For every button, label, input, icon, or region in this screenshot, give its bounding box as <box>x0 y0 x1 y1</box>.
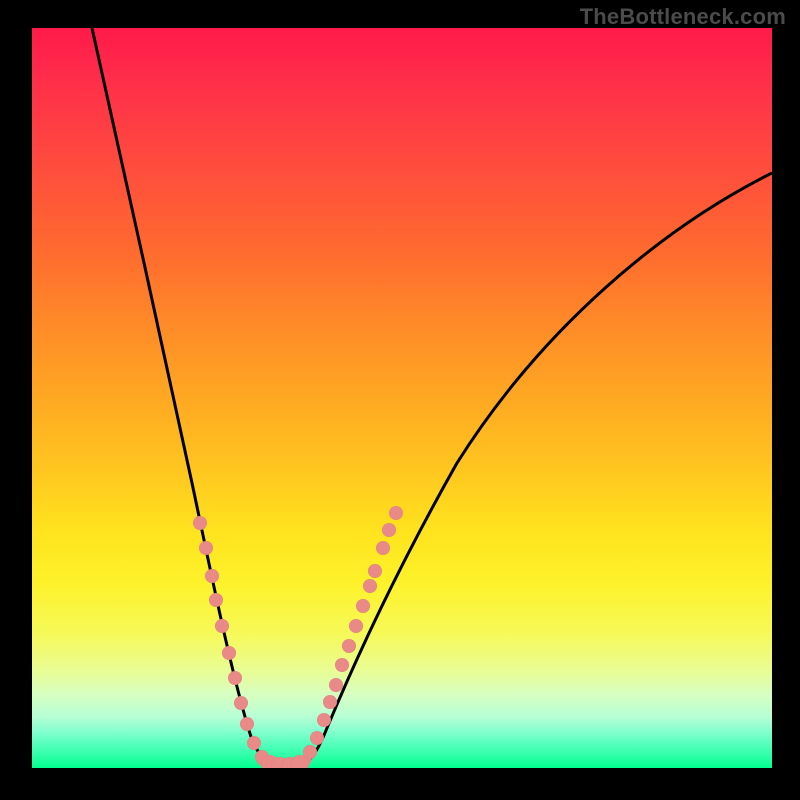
data-dot-left <box>247 736 261 750</box>
curve-left <box>92 28 278 766</box>
data-dot-right <box>329 678 343 692</box>
data-dot-right <box>356 599 370 613</box>
data-dot-right <box>310 731 324 745</box>
data-dot-right <box>376 541 390 555</box>
data-dot-right <box>323 695 337 709</box>
curve-right <box>298 173 772 766</box>
data-dot-right <box>382 523 396 537</box>
data-dot-left <box>234 696 248 710</box>
data-dot-right <box>349 619 363 633</box>
data-dot-bottom <box>291 755 309 768</box>
watermark-text: TheBottleneck.com <box>580 4 786 30</box>
data-dot-right <box>317 713 331 727</box>
data-dot-right <box>335 658 349 672</box>
data-dot-left <box>205 569 219 583</box>
data-dot-left <box>222 646 236 660</box>
data-dot-right <box>389 506 403 520</box>
data-dot-right <box>363 579 377 593</box>
data-dot-right <box>342 639 356 653</box>
plot-area <box>32 28 772 768</box>
data-dot-left <box>199 541 213 555</box>
data-dot-left <box>209 593 223 607</box>
data-dot-left <box>215 619 229 633</box>
data-dot-left <box>228 671 242 685</box>
data-dot-left <box>240 717 254 731</box>
data-dot-right <box>368 564 382 578</box>
curves-layer <box>32 28 772 768</box>
chart-frame: TheBottleneck.com <box>0 0 800 800</box>
data-dot-left <box>193 516 207 530</box>
